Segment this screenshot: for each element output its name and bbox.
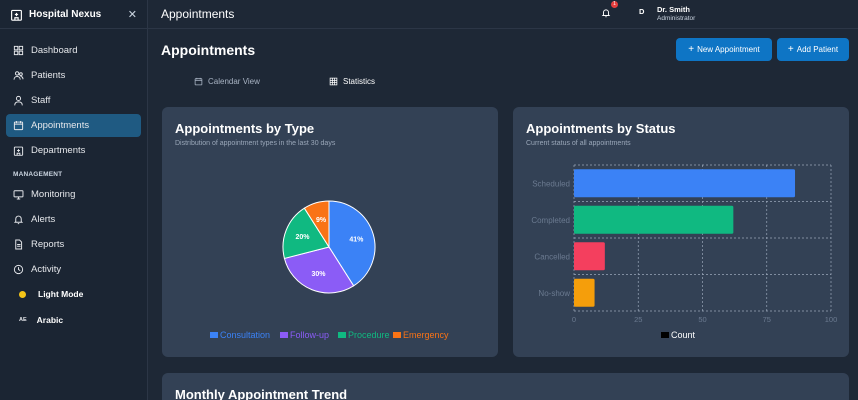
- language-toggle-label: Arabic: [36, 315, 64, 325]
- avatar[interactable]: D: [639, 7, 649, 16]
- appointments-by-type-card: Appointments by Type Distribution of app…: [162, 107, 498, 357]
- legend-swatch: [280, 332, 288, 338]
- bar-cancelled[interactable]: [574, 242, 605, 271]
- close-sidebar-icon[interactable]: ✕: [128, 8, 137, 21]
- legend-label[interactable]: Count: [671, 330, 696, 340]
- sidebar-item-alerts[interactable]: Alerts: [6, 208, 141, 231]
- sidebar-item-departments[interactable]: Departments: [6, 139, 141, 162]
- pie-chart: 41% 30% 20% 9% Consultation Follow-up Procedur…: [210, 200, 449, 340]
- main-nav: Dashboard Patients Staff Appointments Depart…: [0, 29, 147, 162]
- hospital-icon: [11, 9, 22, 21]
- sidebar-item-staff[interactable]: Staff: [6, 89, 141, 112]
- sidebar-item-label: Activity: [31, 264, 62, 275]
- bar-chart: 0 25 50 75 100 Scheduled Completed Cancelled No-…: [531, 164, 838, 340]
- legend-label[interactable]: Consultation: [220, 330, 270, 340]
- new-appointment-label: New Appointment: [697, 45, 760, 54]
- pie-slice-label: 30%: [311, 271, 326, 278]
- x-tick-label: 50: [698, 315, 706, 324]
- dashboard-icon: [13, 45, 24, 56]
- language-toggle[interactable]: AE Arabic: [0, 309, 147, 331]
- add-patient-label: Add Patient: [796, 45, 839, 54]
- document-icon: [15, 239, 23, 250]
- y-tick-label: No-show: [538, 289, 570, 298]
- notification-bell-icon[interactable]: [601, 8, 611, 18]
- theme-toggle-label: Light Mode: [38, 289, 84, 299]
- sidebar-item-patients[interactable]: Patients: [6, 64, 141, 87]
- management-section-label: MANAGEMENT: [13, 171, 63, 178]
- calendar-icon: [13, 121, 24, 131]
- top-bar: Appointments: [148, 0, 858, 29]
- legend-label[interactable]: Follow-up: [290, 330, 329, 340]
- sidebar-item-activity[interactable]: Activity: [6, 258, 141, 281]
- sidebar-item-label: Alerts: [31, 214, 56, 225]
- notification-badge: 1: [611, 1, 618, 8]
- x-tick-label: 100: [825, 315, 838, 324]
- y-tick-label: Completed: [531, 216, 570, 225]
- monitor-icon: [13, 190, 24, 200]
- sun-icon: [19, 290, 26, 298]
- trend-chart-title: Monthly Appointment Trend: [175, 387, 348, 400]
- page-title: Appointments: [161, 42, 256, 58]
- sidebar: Hospital Nexus ✕ Dashboard Patients Staff A…: [0, 0, 148, 400]
- sidebar-item-monitoring[interactable]: Monitoring: [6, 183, 141, 206]
- sidebar-item-reports[interactable]: Reports: [6, 233, 141, 256]
- grid-icon: [329, 77, 338, 86]
- monthly-trend-card: Monthly Appointment Trend: [162, 373, 849, 400]
- sidebar-item-label: Patients: [31, 70, 66, 81]
- legend-label[interactable]: Procedure: [348, 330, 390, 340]
- x-tick-label: 75: [763, 315, 771, 324]
- app-name: Hospital Nexus: [29, 8, 102, 20]
- pie-slice-label: 41%: [349, 237, 364, 244]
- legend-swatch: [661, 332, 669, 338]
- header-title: Appointments: [161, 7, 235, 21]
- tab-calendar-view-label: Calendar View: [208, 77, 260, 86]
- user-name: Dr. Smith: [657, 5, 690, 14]
- x-tick-label: 0: [572, 315, 576, 324]
- sidebar-item-label: Dashboard: [31, 45, 78, 56]
- legend-swatch: [210, 332, 218, 338]
- legend-swatch: [338, 332, 346, 338]
- sidebar-item-dashboard[interactable]: Dashboard: [6, 39, 141, 62]
- tab-statistics[interactable]: Statistics: [329, 77, 375, 86]
- new-appointment-button[interactable]: + New Appointment: [676, 38, 772, 61]
- add-patient-button[interactable]: + Add Patient: [777, 38, 849, 61]
- tab-statistics-label: Statistics: [343, 77, 376, 86]
- calendar-icon: [194, 77, 203, 86]
- bar-no-show[interactable]: [574, 278, 595, 307]
- sidebar-item-label: Staff: [31, 95, 51, 106]
- plus-icon: +: [787, 44, 794, 55]
- language-icon: AE: [19, 317, 27, 323]
- appointments-by-status-card: Appointments by Status Current status of…: [513, 107, 849, 357]
- y-tick-label: Cancelled: [534, 252, 570, 261]
- x-tick-label: 25: [634, 315, 642, 324]
- bar-completed[interactable]: [574, 205, 734, 234]
- legend-label[interactable]: Emergency: [403, 330, 449, 340]
- theme-toggle[interactable]: Light Mode: [0, 283, 147, 305]
- building-icon: [13, 146, 24, 156]
- clock-icon: [13, 264, 24, 275]
- sidebar-item-label: Departments: [31, 145, 86, 156]
- user-role: Administrator: [657, 15, 696, 22]
- plus-icon: +: [688, 44, 695, 55]
- sidebar-item-label: Monitoring: [31, 189, 76, 200]
- user-icon: [14, 95, 23, 106]
- pie-slice-label: 9%: [316, 217, 327, 224]
- bar-scheduled[interactable]: [574, 169, 796, 198]
- brand: Hospital Nexus ✕: [0, 0, 147, 29]
- tab-calendar-view[interactable]: Calendar View: [194, 77, 260, 86]
- bell-icon: [13, 215, 24, 225]
- management-nav: Monitoring Alerts Reports Activity: [0, 183, 147, 281]
- sidebar-item-appointments[interactable]: Appointments: [6, 114, 141, 137]
- pie-slice-label: 20%: [295, 234, 310, 241]
- y-tick-label: Scheduled: [532, 179, 570, 188]
- legend-swatch: [393, 332, 401, 338]
- sidebar-item-label: Reports: [31, 239, 65, 250]
- user-info[interactable]: Dr. Smith Administrator: [657, 5, 695, 22]
- sidebar-item-label: Appointments: [31, 120, 90, 131]
- users-icon: [13, 71, 24, 80]
